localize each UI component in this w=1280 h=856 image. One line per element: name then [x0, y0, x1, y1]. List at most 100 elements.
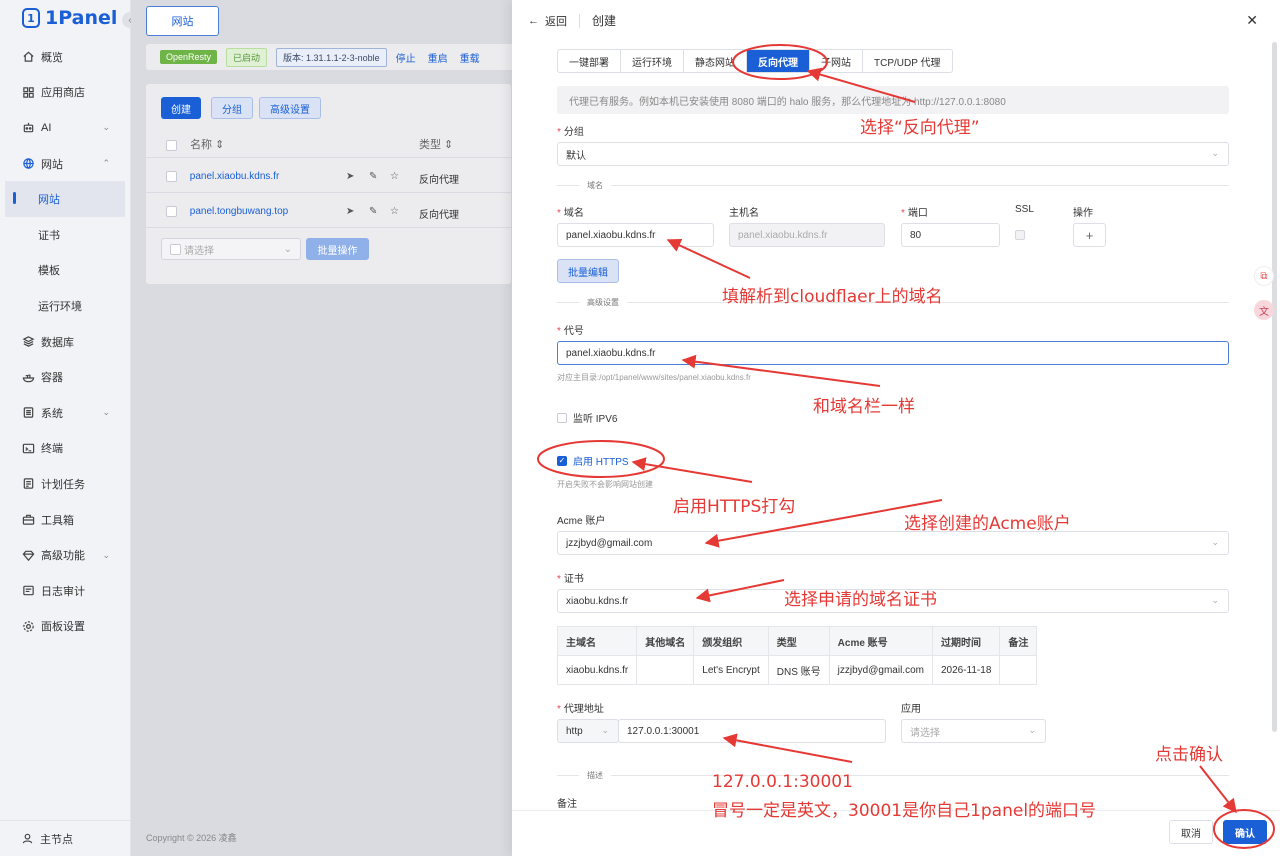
sidebar-subitem-website[interactable]: 网站: [5, 181, 125, 217]
column-type[interactable]: 类型 ⇕: [419, 136, 453, 152]
th-remark: 备注: [999, 626, 1038, 656]
sidebar-item-terminal[interactable]: 终端: [0, 431, 130, 467]
group-label-text: 分组: [563, 127, 584, 138]
alias-input[interactable]: panel.xiaobu.kdns.fr: [557, 341, 1229, 365]
select-placeholder: 请选择: [184, 245, 214, 257]
batch-edit-button[interactable]: 批量编辑: [557, 259, 619, 283]
th-primary-domain: 主域名: [556, 626, 638, 656]
section-advanced: 高级设置: [557, 297, 1229, 308]
cert-label-text: 证书: [563, 574, 584, 585]
sidebar-item-database[interactable]: 数据库: [0, 324, 130, 360]
table-row[interactable]: panel.xiaobu.kdns.fr ➤ ✎ ☆ 反向代理: [166, 171, 459, 186]
send-icon[interactable]: ➤: [346, 206, 354, 217]
acme-select[interactable]: jzzjbyd@gmail.com ⌄: [557, 531, 1229, 555]
logo[interactable]: 1 1Panel: [0, 0, 130, 36]
edit-icon[interactable]: ✎: [369, 171, 377, 182]
scrollbar[interactable]: [1272, 42, 1277, 732]
table-row[interactable]: panel.tongbuwang.top ➤ ✎ ☆ 反向代理: [166, 206, 459, 221]
host-label: 主机名: [729, 208, 759, 219]
sidebar-item-cron[interactable]: 计划任务: [0, 466, 130, 502]
tab-runtime[interactable]: 运行环境: [621, 50, 684, 72]
translate-icon[interactable]: 文: [1254, 300, 1274, 320]
add-domain-button[interactable]: +: [1073, 223, 1106, 247]
select-checkbox[interactable]: [170, 244, 181, 255]
sidebar-subitem-template[interactable]: 模板: [0, 253, 130, 289]
th-issuer: 颁发组织: [693, 626, 769, 656]
sidebar-item-ai[interactable]: AI ⌄: [0, 110, 130, 146]
sidebar-item-toolbox[interactable]: 工具箱: [0, 502, 130, 538]
back-arrow-icon[interactable]: ←: [528, 15, 539, 27]
database-icon: [21, 335, 35, 349]
domain-input[interactable]: panel.xiaobu.kdns.fr: [557, 223, 714, 247]
site-name-link[interactable]: panel.tongbuwang.top: [190, 206, 288, 217]
sidebar-item-system[interactable]: 系统 ⌄: [0, 395, 130, 431]
container-icon: [21, 370, 35, 384]
section-description-text: 描述: [587, 771, 603, 780]
sidebar-item-appstore[interactable]: 应用商店: [0, 75, 130, 111]
close-icon[interactable]: ✕: [1246, 12, 1258, 29]
restart-link[interactable]: 重启: [428, 50, 448, 65]
sidebar-item-label: 概览: [41, 51, 63, 64]
chevron-down-icon: ⌄: [1211, 148, 1219, 158]
row-checkbox[interactable]: [166, 206, 177, 217]
ssl-checkbox[interactable]: [1015, 230, 1025, 240]
share-icon[interactable]: ⧉: [1254, 266, 1274, 286]
app-label: 应用: [901, 704, 921, 715]
proxy-scheme-select[interactable]: http ⌄: [557, 719, 619, 743]
star-icon[interactable]: ☆: [390, 171, 399, 182]
tab-subsite[interactable]: 子网站: [810, 50, 863, 72]
group-button[interactable]: 分组: [211, 97, 253, 119]
cell-acme-account: jzzjbyd@gmail.com: [828, 655, 933, 685]
reload-link[interactable]: 重载: [460, 50, 480, 65]
tab-one-click-deploy[interactable]: 一键部署: [558, 50, 621, 72]
https-checkbox[interactable]: ✓ 启用 HTTPS: [557, 453, 629, 468]
stop-link[interactable]: 停止: [396, 50, 416, 65]
https-hint: 开启失败不会影响网站创建: [557, 480, 653, 489]
app-select[interactable]: 请选择 ⌄: [901, 719, 1046, 743]
create-button[interactable]: 创建: [161, 97, 201, 119]
cert-select[interactable]: xiaobu.kdns.fr ⌄: [557, 589, 1229, 613]
cancel-button[interactable]: 取消: [1169, 820, 1213, 844]
column-name[interactable]: 名称 ⇕: [190, 139, 224, 151]
advanced-settings-button[interactable]: 高级设置: [259, 97, 321, 119]
tab-tcp-udp-proxy[interactable]: TCP/UDP 代理: [863, 50, 952, 72]
confirm-button[interactable]: 确认: [1223, 820, 1267, 844]
port-label: * 端口: [901, 208, 928, 219]
proxy-address-input[interactable]: 127.0.0.1:30001: [618, 719, 886, 743]
sidebar-item-overview[interactable]: 概览: [0, 39, 130, 75]
tab-website[interactable]: 网站: [146, 6, 219, 36]
send-icon[interactable]: ➤: [346, 171, 354, 182]
sidebar-item-logs[interactable]: 日志审计: [0, 573, 130, 609]
port-input[interactable]: 80: [901, 223, 1000, 247]
table-header-row: 主域名 其他域名 颁发组织 类型 Acme 账号 过期时间 备注: [556, 626, 1038, 656]
sidebar-item-label: 日志审计: [41, 585, 85, 598]
sidebar-item-advanced[interactable]: 高级功能 ⌄: [0, 537, 130, 573]
sidebar-item-container[interactable]: 容器: [0, 359, 130, 395]
edit-icon[interactable]: ✎: [369, 206, 377, 217]
system-icon: [21, 406, 35, 420]
ipv6-checkbox[interactable]: 监听 IPV6: [557, 410, 617, 425]
tab-reverse-proxy[interactable]: 反向代理: [747, 50, 810, 72]
sidebar-item-label: AI: [41, 121, 52, 134]
site-name-link[interactable]: panel.xiaobu.kdns.fr: [190, 171, 280, 182]
group-select[interactable]: 默认 ⌄: [557, 142, 1229, 166]
sidebar-item-label: 运行环境: [38, 300, 82, 313]
star-icon[interactable]: ☆: [390, 206, 399, 217]
sidebar-item-website[interactable]: 网站 ⌃: [0, 146, 130, 182]
batch-select[interactable]: 请选择 ⌄: [161, 238, 301, 260]
row-checkbox[interactable]: [166, 171, 177, 182]
sidebar-subitem-runtime[interactable]: 运行环境: [0, 288, 130, 324]
divider: [146, 157, 511, 158]
cert-label: * 证书: [557, 574, 584, 585]
cert-table: 主域名 其他域名 颁发组织 类型 Acme 账号 过期时间 备注 xiaobu.…: [556, 626, 1038, 685]
sidebar: 1 1Panel ‹ 概览 应用商店 AI ⌄ 网站 ⌃ 网站 证书 模板 运行环境 …: [0, 0, 138, 856]
chevron-down-icon: ⌄: [102, 122, 110, 133]
select-all-checkbox[interactable]: [166, 139, 177, 151]
tab-static-site[interactable]: 静态网站: [684, 50, 747, 72]
sidebar-subitem-certificate[interactable]: 证书: [0, 217, 130, 253]
back-button[interactable]: 返回: [545, 13, 567, 29]
section-domain-text: 域名: [587, 181, 603, 190]
batch-operation-button[interactable]: 批量操作: [306, 238, 369, 260]
node-selector[interactable]: 主节点: [0, 820, 131, 856]
sidebar-item-settings[interactable]: 面板设置: [0, 609, 130, 645]
